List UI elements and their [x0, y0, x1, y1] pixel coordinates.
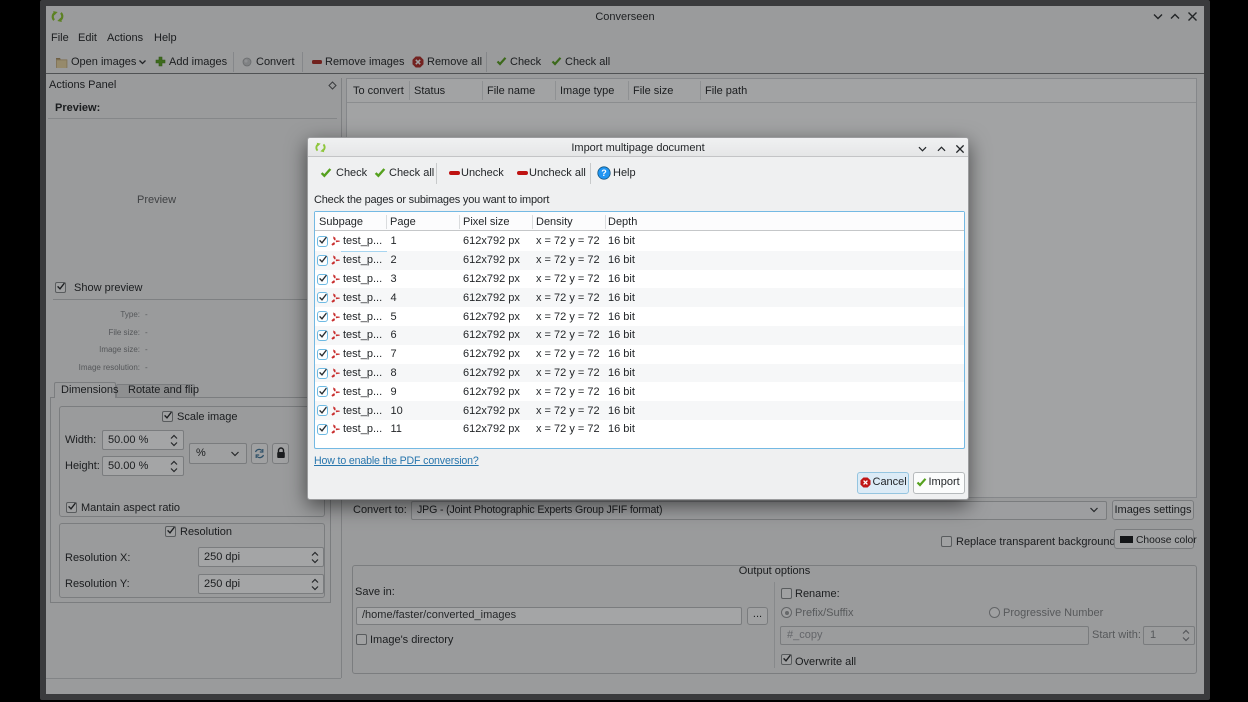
svg-text:?: ? [601, 168, 607, 178]
